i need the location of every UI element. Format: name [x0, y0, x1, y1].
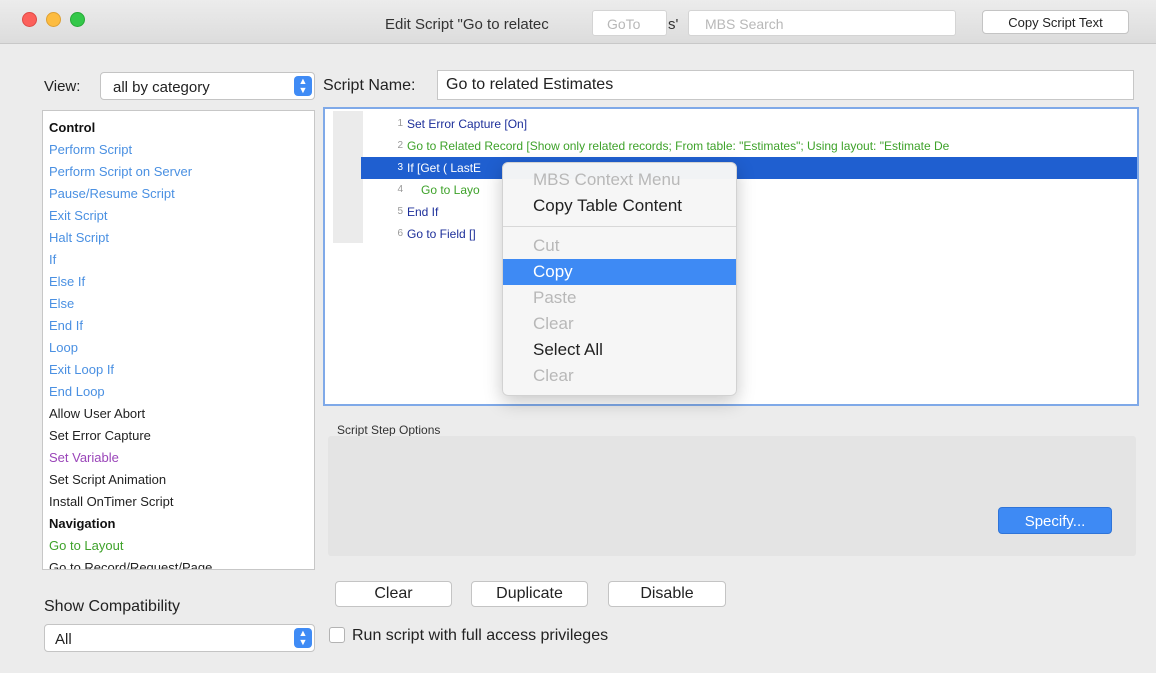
script-step-item[interactable]: End If	[49, 315, 314, 337]
menu-separator	[503, 226, 736, 227]
view-select[interactable]: all by category ▲ ▼	[100, 72, 315, 100]
context-menu-item: Cut	[533, 236, 560, 255]
mbs-search-input[interactable]: MBS Search	[688, 10, 956, 36]
specify-button[interactable]: Specify...	[998, 507, 1112, 534]
script-step-item[interactable]: Perform Script on Server	[49, 161, 314, 183]
script-name-label: Script Name:	[323, 77, 416, 94]
script-step-item[interactable]: Install OnTimer Script	[49, 491, 314, 513]
context-menu-item: Clear	[533, 314, 574, 333]
context-menu-item: MBS Context Menu	[533, 170, 681, 189]
script-step-item[interactable]: Go to Record/Request/Page	[49, 557, 314, 569]
context-menu-item[interactable]: Copy	[503, 259, 736, 285]
script-line[interactable]: 2 Go to Related Record [Show only related…	[325, 135, 1137, 157]
script-step-item[interactable]: Exit Script	[49, 205, 314, 227]
script-line-text: Go to Field []	[407, 227, 476, 241]
script-step-item[interactable]: Pause/Resume Script	[49, 183, 314, 205]
window-title-tail: s'	[668, 16, 679, 33]
script-step-item[interactable]: Halt Script	[49, 227, 314, 249]
script-step-item[interactable]: Set Variable	[49, 447, 314, 469]
script-step-options-panel	[328, 436, 1136, 556]
line-number: 1	[397, 118, 403, 129]
script-step-item[interactable]: Else If	[49, 271, 314, 293]
script-line-text: Set Error Capture [On]	[407, 117, 528, 131]
script-step-item[interactable]: End Loop	[49, 381, 314, 403]
minimize-window-button[interactable]	[46, 12, 61, 27]
line-number: 2	[397, 140, 403, 151]
script-step-item[interactable]: Exit Loop If	[49, 359, 314, 381]
context-menu-item[interactable]: Select All	[503, 337, 736, 363]
goto-input[interactable]: GoTo	[592, 10, 667, 36]
script-step-item[interactable]: Control	[49, 117, 314, 139]
context-menu-item: Paste	[533, 288, 577, 307]
script-step-item[interactable]: Loop	[49, 337, 314, 359]
title-bar: Edit Script "Go to relatec GoTo s' MBS S…	[0, 0, 1156, 44]
context-menu: MBS Context Menu Copy Table Content Cut Cop…	[502, 162, 737, 396]
window-title: Edit Script "Go to relatec	[385, 16, 549, 33]
script-line-text: End If	[407, 205, 439, 219]
zoom-window-button[interactable]	[70, 12, 85, 27]
line-number: 5	[397, 206, 403, 217]
full-access-label: Run script with full access privileges	[352, 627, 609, 644]
compatibility-select-value: All	[55, 631, 72, 648]
view-label: View:	[44, 78, 81, 95]
script-line-text: If [Get ( LastE	[407, 161, 482, 175]
script-step-item[interactable]: If	[49, 249, 314, 271]
line-number: 4	[397, 184, 403, 195]
script-line[interactable]: 3 If [Get ( LastE	[361, 157, 1137, 179]
script-step-item[interactable]: Else	[49, 293, 314, 315]
disable-button[interactable]: Disable	[608, 581, 726, 607]
context-menu-item[interactable]: Copy Table Content	[503, 193, 736, 219]
script-step-item[interactable]: Perform Script	[49, 139, 314, 161]
script-step-options-label: Script Step Options	[337, 423, 441, 437]
script-name-input[interactable]: Go to related Estimates	[437, 70, 1134, 100]
copy-script-text-button[interactable]: Copy Script Text	[982, 10, 1129, 34]
script-step-item[interactable]: Set Error Capture	[49, 425, 314, 447]
context-menu-item: Clear	[533, 366, 574, 385]
script-line-text: Go to Layo	[421, 183, 480, 197]
script-steps-list[interactable]: Control Perform Script Perform Script on S…	[42, 110, 315, 570]
script-step-item[interactable]: Go to Layout	[49, 535, 314, 557]
full-access-checkbox[interactable]	[329, 627, 345, 643]
show-compatibility-label: Show Compatibility	[44, 598, 181, 615]
select-arrows-icon: ▲ ▼	[294, 76, 312, 96]
close-window-button[interactable]	[22, 12, 37, 27]
select-arrows-icon: ▲ ▼	[294, 628, 312, 648]
clear-button[interactable]: Clear	[335, 581, 452, 607]
compatibility-select[interactable]: All ▲ ▼	[44, 624, 315, 652]
line-number: 3	[397, 162, 403, 173]
script-line[interactable]: 1 Set Error Capture [On]	[325, 113, 1137, 135]
script-step-item[interactable]: Navigation	[49, 513, 314, 535]
script-line-text: Go to Related Record [Show only related …	[407, 139, 950, 153]
duplicate-button[interactable]: Duplicate	[471, 581, 588, 607]
script-step-item[interactable]: Allow User Abort	[49, 403, 314, 425]
line-number: 6	[397, 228, 403, 239]
view-select-value: all by category	[113, 79, 210, 96]
edit-script-window: Edit Script "Go to relatec GoTo s' MBS S…	[0, 0, 1156, 673]
script-step-item[interactable]: Set Script Animation	[49, 469, 314, 491]
